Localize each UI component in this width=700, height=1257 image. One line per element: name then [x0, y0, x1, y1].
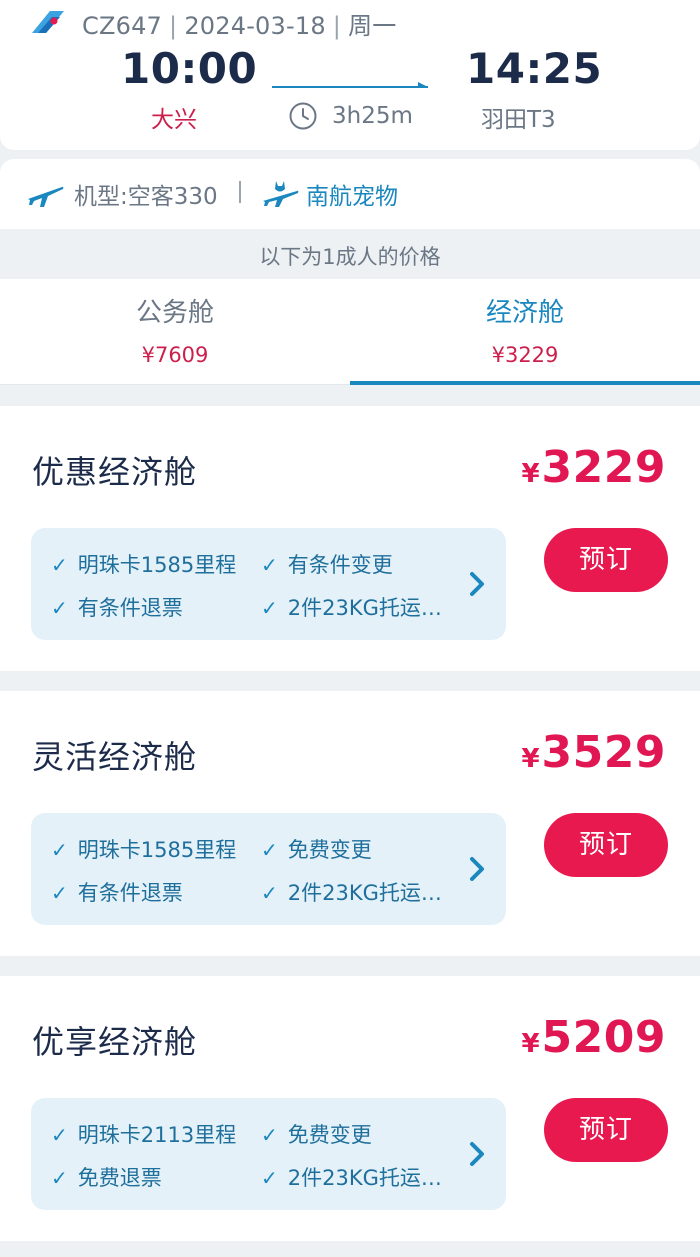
pet-service-link[interactable]: 南航宠物 [306, 177, 398, 211]
flight-weekday: 周一 [348, 12, 397, 40]
perk-item: ✓ 2件23KG托运… [261, 596, 442, 620]
airplane-icon [28, 186, 64, 207]
currency-symbol: ¥ [521, 744, 540, 774]
route-arrow-icon [272, 82, 428, 88]
check-icon: ✓ [261, 1123, 278, 1147]
cabin-tabs: 公务舱 ¥7609 经济舱 ¥3229 [0, 279, 700, 385]
book-button[interactable]: 预订 [544, 1098, 668, 1162]
flight-summary: CZ647 | 2024-03-18 | 周一 10:00 14:25 大兴 3h25m… [0, 0, 700, 150]
tab-price: ¥7609 [141, 343, 209, 367]
tab-active-indicator [350, 381, 700, 385]
check-icon: ✓ [51, 553, 68, 577]
check-icon: ✓ [51, 838, 68, 862]
clock-icon [289, 102, 317, 130]
check-icon: ✓ [261, 838, 278, 862]
fare-name: 优惠经济舱 [32, 453, 198, 491]
fare-amount: 3529 [541, 727, 666, 778]
flight-meta: CZ647 | 2024-03-18 | 周一 [82, 12, 397, 40]
fare-card: 优享经济舱 ¥5209 ✓ 明珠卡2113里程 ✓ 免费变更 ✓ 免费退票 ✓ 2件23… [0, 976, 700, 1241]
book-button[interactable]: 预订 [544, 528, 668, 592]
perk-item: ✓ 2件23KG托运… [261, 881, 442, 905]
check-icon: ✓ [261, 553, 278, 577]
chevron-right-icon[interactable] [467, 1140, 487, 1168]
perk-item: ✓ 明珠卡1585里程 [51, 838, 237, 862]
tab-label: 经济舱 [485, 298, 564, 328]
check-icon: ✓ [261, 1166, 278, 1190]
check-icon: ✓ [261, 596, 278, 620]
perk-item: ✓ 2件23KG托运… [261, 1166, 442, 1190]
check-icon: ✓ [51, 1123, 68, 1147]
fare-amount: 3229 [541, 442, 666, 493]
fare-price: ¥3229 [521, 442, 666, 493]
fare-card: 灵活经济舱 ¥3529 ✓ 明珠卡1585里程 ✓ 免费变更 ✓ 有条件退票 ✓ 2件2… [0, 691, 700, 956]
tab-economy-class[interactable]: 经济舱 ¥3229 [350, 279, 700, 385]
chevron-right-icon[interactable] [467, 570, 487, 598]
check-icon: ✓ [51, 881, 68, 905]
flight-info-bar: 机型:空客330 南航宠物 [0, 159, 700, 229]
airline-logo-icon [32, 11, 64, 33]
perk-item: ✓ 免费退票 [51, 1166, 162, 1190]
fare-perks-panel[interactable]: ✓ 明珠卡1585里程 ✓ 免费变更 ✓ 有条件退票 ✓ 2件23KG托运… [31, 813, 506, 925]
bottom-spacer [0, 1245, 700, 1257]
fare-perks-panel[interactable]: ✓ 明珠卡2113里程 ✓ 免费变更 ✓ 免费退票 ✓ 2件23KG托运… [31, 1098, 506, 1210]
arrival-time: 14:25 [466, 44, 603, 93]
fare-price: ¥5209 [521, 1012, 666, 1063]
divider [239, 181, 241, 203]
currency-symbol: ¥ [521, 459, 540, 489]
tab-business-class[interactable]: 公务舱 ¥7609 [0, 279, 350, 385]
perk-item: ✓ 免费变更 [261, 838, 372, 862]
perk-item: ✓ 明珠卡2113里程 [51, 1123, 237, 1147]
perk-item: ✓ 免费变更 [261, 1123, 372, 1147]
departure-time: 10:00 [121, 44, 258, 93]
pet-plane-icon[interactable] [261, 177, 299, 209]
fare-name: 灵活经济舱 [32, 738, 198, 776]
fare-price: ¥3529 [521, 727, 666, 778]
check-icon: ✓ [51, 596, 68, 620]
flight-date: 2024-03-18 [184, 12, 326, 40]
departure-airport: 大兴 [151, 107, 197, 133]
fare-amount: 5209 [541, 1012, 666, 1063]
chevron-right-icon[interactable] [467, 855, 487, 883]
flight-number: CZ647 [82, 12, 163, 40]
arrival-airport: 羽田T3 [481, 107, 556, 133]
perk-item: ✓ 有条件退票 [51, 881, 183, 905]
price-note: 以下为1成人的价格 [259, 245, 441, 269]
aircraft-type: 机型:空客330 [74, 184, 218, 210]
perk-item: ✓ 有条件退票 [51, 596, 183, 620]
tab-divider [0, 384, 350, 385]
currency-symbol: ¥ [521, 1029, 540, 1059]
check-icon: ✓ [261, 881, 278, 905]
book-button[interactable]: 预订 [544, 813, 668, 877]
tab-price: ¥3229 [491, 343, 559, 367]
check-icon: ✓ [51, 1166, 68, 1190]
price-note-bar: 以下为1成人的价格 [0, 229, 700, 279]
flight-duration: 3h25m [332, 103, 413, 129]
perk-item: ✓ 有条件变更 [261, 553, 393, 577]
fare-perks-panel[interactable]: ✓ 明珠卡1585里程 ✓ 有条件变更 ✓ 有条件退票 ✓ 2件23KG托运… [31, 528, 506, 640]
fare-card: 优惠经济舱 ¥3229 ✓ 明珠卡1585里程 ✓ 有条件变更 ✓ 有条件退票 ✓ 2件… [0, 406, 700, 671]
perk-item: ✓ 明珠卡1585里程 [51, 553, 237, 577]
fare-name: 优享经济舱 [32, 1023, 198, 1061]
tab-label: 公务舱 [135, 298, 214, 328]
